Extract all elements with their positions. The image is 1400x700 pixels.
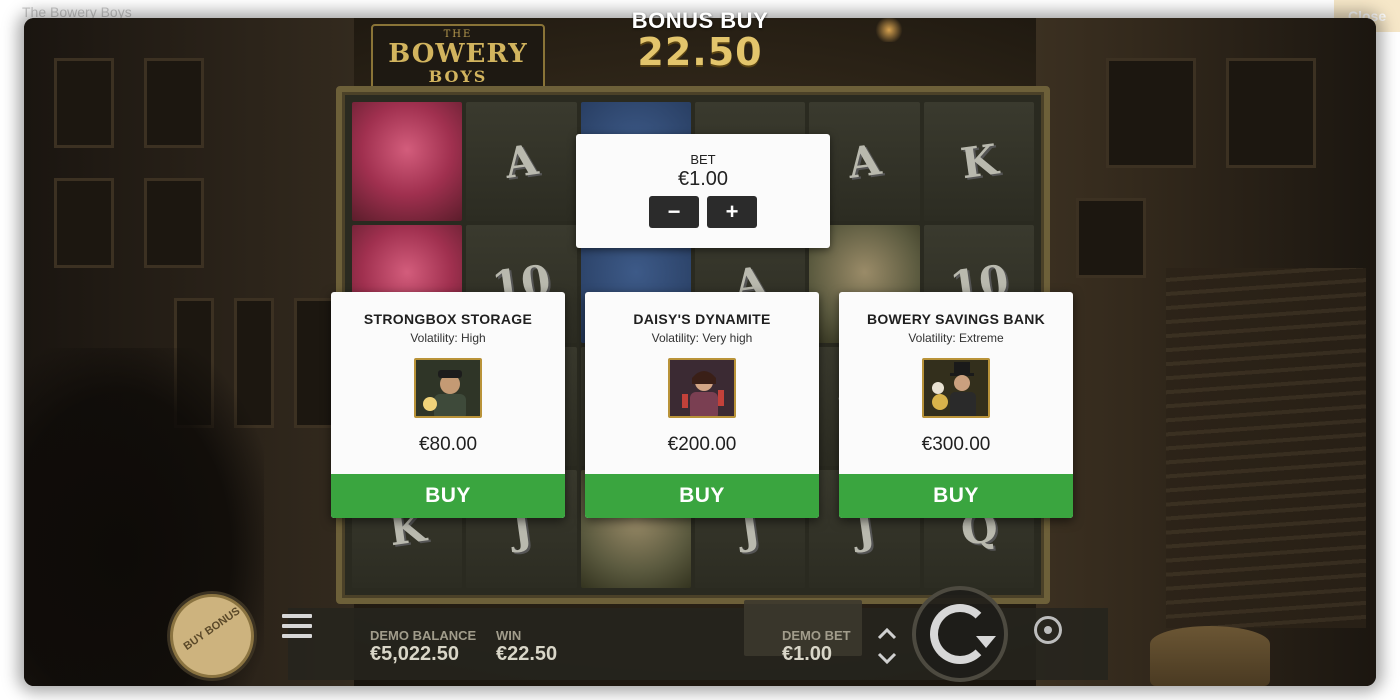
bonus-option-name: DAISY'S DYNAMITE — [633, 311, 771, 327]
building-window — [144, 58, 204, 148]
logo-sub-text: BOYS — [428, 67, 488, 86]
card-symbol: K — [957, 134, 1001, 189]
card-symbol: A — [844, 134, 885, 188]
win-value: €22.50 — [496, 643, 558, 665]
bonus-option-card: DAISY'S DYNAMITE Volatility: Very high €… — [585, 292, 819, 518]
building-window — [54, 178, 114, 268]
reel-symbol — [352, 102, 463, 221]
bet-selector-value: €1.00 — [677, 168, 729, 190]
bet-value: €1.00 — [782, 643, 833, 665]
detective-with-lantern-icon — [414, 358, 482, 418]
bonus-option-card: STRONGBOX STORAGE Volatility: High €80.0… — [331, 292, 565, 518]
bonus-option-price: €300.00 — [921, 434, 991, 455]
reel-symbol: K — [923, 102, 1034, 221]
bonus-option-volatility: Volatility: High — [410, 331, 486, 345]
card-symbol: A — [501, 134, 542, 188]
bonus-buy-title: BONUS BUY — [631, 8, 769, 33]
bet-selector-card: BET €1.00 − + — [576, 134, 830, 248]
wooden-wall — [1166, 268, 1366, 628]
bonus-option-price: €80.00 — [418, 434, 478, 455]
spin-arrow-icon — [976, 636, 996, 648]
building-window — [54, 58, 114, 148]
balance-label: DEMO BALANCE — [370, 628, 477, 643]
bet-decrease-icon[interactable] — [876, 650, 898, 666]
building-window — [1076, 198, 1146, 278]
barrel-decoration — [1150, 626, 1270, 686]
bonus-option-name: BOWERY SAVINGS BANK — [866, 311, 1046, 327]
buy-bonus-button[interactable]: BUY BONUS — [170, 594, 254, 678]
win-amount-display: 22.50 — [637, 30, 763, 74]
reel-symbol: A — [466, 102, 577, 221]
building-window — [1106, 58, 1196, 168]
bonus-option-name: STRONGBOX STORAGE — [363, 311, 533, 327]
bet-plus-button[interactable]: + — [707, 196, 757, 228]
autoplay-icon[interactable] — [1034, 616, 1062, 644]
bonus-option-volatility: Volatility: Very high — [651, 331, 753, 345]
spin-icon — [930, 604, 990, 664]
bet-selector-label: BET — [690, 152, 716, 167]
buy-bonus-label: BUY BONUS — [181, 605, 243, 653]
bonus-option-card: BOWERY SAVINGS BANK Volatility: Extreme … — [839, 292, 1073, 518]
bet-label: DEMO BET — [782, 628, 851, 643]
building-door — [294, 298, 334, 428]
spin-button[interactable] — [912, 586, 1008, 682]
bet-increase-icon[interactable] — [876, 626, 898, 642]
menu-icon[interactable] — [282, 614, 312, 638]
building-window — [1226, 58, 1316, 168]
bet-minus-button[interactable]: − — [649, 196, 699, 228]
daisy-with-dynamite-icon — [668, 358, 736, 418]
right-building — [1036, 18, 1376, 686]
bonus-option-price: €200.00 — [667, 434, 737, 455]
logo-main-text: BOWERY — [388, 39, 528, 69]
screen: The Bowery Boys Close THE BOWERY BOYS 22… — [0, 0, 1400, 700]
buy-savings-bank-button[interactable]: BUY — [839, 474, 1073, 518]
buy-dynamite-button[interactable]: BUY — [585, 474, 819, 518]
banker-with-money-bags-icon — [922, 358, 990, 418]
building-window — [144, 178, 204, 268]
bonus-option-volatility: Volatility: Extreme — [908, 331, 1004, 345]
win-label: WIN — [496, 628, 522, 643]
buy-strongbox-button[interactable]: BUY — [331, 474, 565, 518]
balance-value: €5,022.50 — [370, 643, 459, 665]
